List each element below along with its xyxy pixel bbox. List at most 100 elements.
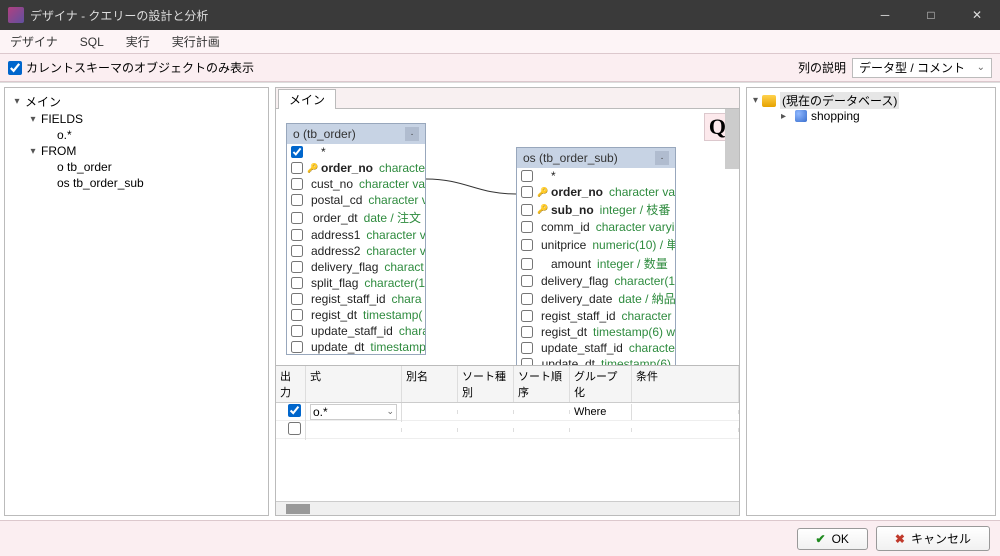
column-item[interactable]: address1 character v bbox=[287, 227, 425, 243]
menu-run[interactable]: 実行 bbox=[122, 31, 154, 52]
tree-tbordersub[interactable]: os tb_order_sub bbox=[11, 175, 262, 191]
column-item[interactable]: update_dt timestamp(6) bbox=[517, 356, 675, 365]
table-card-o[interactable]: o (tb_order) · *🔑order_no character vcus… bbox=[286, 123, 426, 355]
column-item[interactable]: * bbox=[287, 144, 425, 160]
column-item[interactable]: cust_no character va bbox=[287, 176, 425, 192]
column-check[interactable] bbox=[291, 212, 303, 224]
column-type: chara bbox=[399, 324, 425, 338]
show-schema-checkbox[interactable]: カレントスキーマのオブジェクトのみ表示 bbox=[8, 59, 254, 76]
column-check[interactable] bbox=[521, 239, 533, 251]
minimize-button[interactable]: ─ bbox=[862, 0, 908, 30]
tree-main[interactable]: ▾メイン bbox=[11, 92, 262, 111]
column-check[interactable] bbox=[291, 178, 303, 190]
column-item[interactable]: 🔑order_no character v bbox=[287, 160, 425, 176]
column-item[interactable]: regist_staff_id chara bbox=[287, 291, 425, 307]
tree-tborder[interactable]: o tb_order bbox=[11, 159, 262, 175]
design-canvas[interactable]: Q o (tb_order) · *🔑order_no character vc… bbox=[276, 109, 739, 365]
close-button[interactable]: ✕ bbox=[954, 0, 1000, 30]
column-item[interactable]: regist_dt timestamp( bbox=[287, 307, 425, 323]
grid-hscroll[interactable] bbox=[276, 501, 739, 515]
column-item[interactable]: update_staff_id characte bbox=[517, 340, 675, 356]
column-type: characte bbox=[629, 341, 675, 355]
left-tree[interactable]: ▾メイン ▾FIELDS o.* ▾FROM o tb_order os tb_… bbox=[4, 87, 269, 516]
column-check[interactable] bbox=[521, 342, 533, 354]
tree-ostar[interactable]: o.* bbox=[11, 127, 262, 143]
grid-out-check[interactable] bbox=[288, 404, 301, 417]
column-item[interactable]: regist_staff_id character bbox=[517, 308, 675, 324]
column-check[interactable] bbox=[521, 275, 533, 287]
column-check[interactable] bbox=[291, 277, 303, 289]
grid-out-check[interactable] bbox=[288, 422, 301, 435]
db-root[interactable]: ▾ (現在のデータベース) bbox=[753, 92, 989, 109]
column-type: character vary bbox=[609, 185, 675, 199]
column-item[interactable]: unitprice numeric(10) / 単 bbox=[517, 235, 675, 254]
center-tabs: メイン bbox=[276, 88, 739, 109]
column-check[interactable] bbox=[521, 221, 533, 233]
table-card-os-header[interactable]: os (tb_order_sub) · bbox=[517, 148, 675, 168]
table-card-o-header[interactable]: o (tb_order) · bbox=[287, 124, 425, 144]
db-child[interactable]: ▸ shopping bbox=[753, 109, 989, 123]
column-check[interactable] bbox=[291, 162, 303, 174]
column-check[interactable] bbox=[521, 204, 533, 216]
cancel-button[interactable]: ✖キャンセル bbox=[876, 526, 990, 551]
column-name: regist_staff_id bbox=[541, 309, 616, 323]
column-type: timestamp(6) bbox=[601, 357, 671, 365]
grid-row[interactable]: o.*⌄ Where bbox=[276, 403, 739, 421]
column-item[interactable]: order_dt date / 注文 bbox=[287, 208, 425, 227]
column-check[interactable] bbox=[521, 326, 533, 338]
column-check[interactable] bbox=[291, 309, 303, 321]
column-name: update_dt bbox=[311, 340, 364, 354]
menu-designer[interactable]: デザイナ bbox=[6, 31, 62, 52]
column-check[interactable] bbox=[291, 245, 303, 257]
column-check[interactable] bbox=[291, 194, 303, 206]
column-check[interactable] bbox=[521, 258, 533, 270]
column-item[interactable]: update_staff_id chara bbox=[287, 323, 425, 339]
canvas-scrollbar[interactable] bbox=[725, 109, 739, 169]
show-schema-check[interactable] bbox=[8, 61, 22, 75]
key-icon: 🔑 bbox=[537, 204, 547, 215]
menu-sql[interactable]: SQL bbox=[76, 33, 108, 51]
column-check[interactable] bbox=[521, 186, 533, 198]
column-check[interactable] bbox=[291, 325, 303, 337]
column-item[interactable]: update_dt timestamp bbox=[287, 339, 425, 354]
column-item[interactable]: amount integer / 数量 bbox=[517, 254, 675, 273]
table-card-os[interactable]: os (tb_order_sub) · *🔑order_no character… bbox=[516, 147, 676, 365]
column-item[interactable]: 🔑sub_no integer / 枝番 bbox=[517, 200, 675, 219]
maximize-button[interactable]: □ bbox=[908, 0, 954, 30]
column-item[interactable]: delivery_flag character(1 bbox=[517, 273, 675, 289]
tab-main[interactable]: メイン bbox=[278, 89, 336, 109]
column-item[interactable]: delivery_date date / 納品 bbox=[517, 289, 675, 308]
close-icon[interactable]: · bbox=[405, 127, 419, 141]
column-item[interactable]: * bbox=[517, 168, 675, 184]
ok-button[interactable]: ✔OK bbox=[797, 528, 868, 550]
column-check[interactable] bbox=[291, 261, 303, 273]
output-grid[interactable]: 出力 式 別名 ソート種別 ソート順序 グループ化 条件 o.*⌄ Where bbox=[276, 365, 739, 515]
column-item[interactable]: regist_dt timestamp(6) w bbox=[517, 324, 675, 340]
column-check[interactable] bbox=[291, 293, 303, 305]
column-desc-combo[interactable]: データ型 / コメント ⌄ bbox=[852, 58, 992, 78]
grid-expr-combo[interactable]: o.*⌄ bbox=[310, 404, 397, 420]
column-check[interactable] bbox=[521, 170, 533, 182]
menu-plan[interactable]: 実行計画 bbox=[168, 31, 224, 52]
chevron-down-icon: ⌄ bbox=[977, 62, 985, 73]
column-item[interactable]: delivery_flag charact bbox=[287, 259, 425, 275]
column-check[interactable] bbox=[291, 146, 303, 158]
column-check[interactable] bbox=[521, 358, 533, 365]
column-check[interactable] bbox=[521, 293, 533, 305]
tree-fields[interactable]: ▾FIELDS bbox=[11, 111, 262, 127]
column-item[interactable]: 🔑order_no character vary bbox=[517, 184, 675, 200]
close-icon[interactable]: · bbox=[655, 151, 669, 165]
column-check[interactable] bbox=[291, 341, 303, 353]
tree-from[interactable]: ▾FROM bbox=[11, 143, 262, 159]
column-item[interactable]: split_flag character(1 bbox=[287, 275, 425, 291]
column-item[interactable]: comm_id character varyi bbox=[517, 219, 675, 235]
column-check[interactable] bbox=[521, 310, 533, 322]
column-item[interactable]: address2 character v bbox=[287, 243, 425, 259]
grid-row[interactable] bbox=[276, 421, 739, 439]
column-type: timestamp bbox=[370, 340, 425, 354]
column-name: sub_no bbox=[551, 203, 594, 217]
column-item[interactable]: postal_cd character v bbox=[287, 192, 425, 208]
column-name: * bbox=[321, 145, 326, 159]
column-check[interactable] bbox=[291, 229, 303, 241]
right-tree[interactable]: ▾ (現在のデータベース) ▸ shopping bbox=[746, 87, 996, 516]
